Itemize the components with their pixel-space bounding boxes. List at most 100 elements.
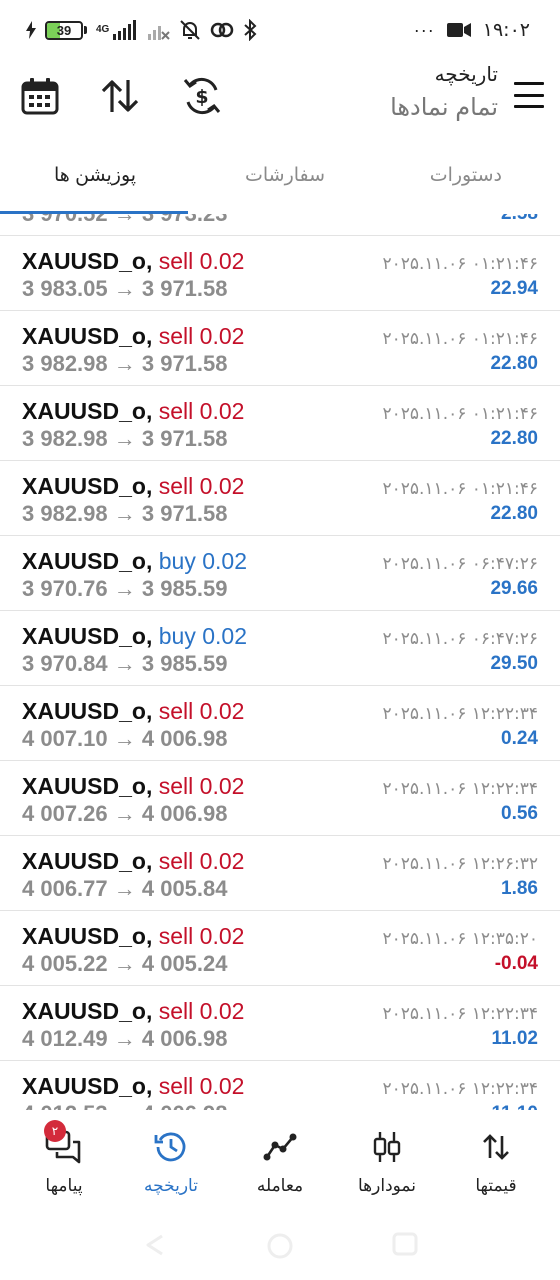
table-row[interactable]: XAUUSD_o, sell 0.024 012.53 → 4 006.98 ۲۰… (0, 1061, 560, 1110)
profit-value: 22.80 (490, 428, 538, 449)
link-icon (210, 18, 234, 42)
trade-date: ۲۰۲۵.۱۱.۰۶ ۰۱:۲۱:۴۶ (382, 404, 539, 424)
trade-date: ۲۰۲۵.۱۱.۰۶ ۰۱:۲۱:۴۶ (382, 254, 539, 274)
nav-history[interactable]: تاریخچه (121, 1124, 221, 1196)
nav-trade[interactable]: معامله (230, 1124, 330, 1196)
history-list[interactable]: 3 970.52 → 3 973.23 2.58 XAUUSD_o, sell … (0, 214, 560, 1110)
symbol-label: XAUUSD_o, sell 0.02 (22, 473, 244, 500)
symbol-name: XAUUSD_o, (22, 473, 153, 499)
system-nav (0, 1210, 560, 1280)
nav-messages[interactable]: ۲ پیامها (14, 1120, 114, 1196)
trade-date: ۲۰۲۵.۱۱.۰۶ ۱۲:۲۲:۳۴ (382, 704, 539, 724)
symbol-name: XAUUSD_o, (22, 698, 153, 724)
table-row[interactable]: XAUUSD_o, sell 0.02 3 982.98 → 3 971.58 ۲۰… (0, 461, 560, 536)
trade-date: ۲۰۲۵.۱۱.۰۶ ۱۲:۳۵:۲۰ (382, 929, 539, 949)
price-range: 4 012.49 → 4 006.98 (22, 1026, 228, 1051)
price-range: 4 005.22 → 4 005.24 (22, 951, 228, 976)
price-range: 3 970.76 → 3 985.59 (22, 576, 228, 601)
table-row[interactable]: XAUUSD_o, sell 0.02 3 982.98 → 3 971.58 ۲۰… (0, 386, 560, 461)
trade-side: buy 0.02 (158, 623, 247, 649)
nav-charts[interactable]: نمودارها (337, 1124, 437, 1196)
symbol-filter[interactable]: تمام نمادها (390, 90, 498, 126)
trade-side: sell 0.02 (158, 323, 245, 349)
chat-icon: ۲ (14, 1120, 114, 1170)
back-icon[interactable] (142, 1232, 166, 1263)
symbol-name: XAUUSD_o, (22, 998, 153, 1024)
battery-icon: 39 (45, 20, 87, 40)
menu-icon[interactable] (514, 82, 544, 108)
trade-side: sell 0.02 (158, 398, 245, 424)
tab-orders[interactable]: سفارشات (245, 164, 325, 187)
currency-refresh-icon[interactable]: $ (182, 76, 222, 116)
clock: ۱۹:۰۲ (482, 19, 530, 41)
symbol-name: XAUUSD_o, (22, 848, 153, 874)
battery-percent: 39 (56, 22, 72, 38)
profit-value: 0.24 (501, 728, 538, 749)
tab-deals[interactable]: دستورات (430, 164, 502, 187)
more-indicator: ··· (413, 19, 435, 40)
bottom-nav: قیمتها نمودارها معامله تاریخچه ۲ پیامها (0, 1110, 560, 1210)
profit-value: 2.58 (501, 214, 538, 225)
nav-quotes[interactable]: قیمتها (446, 1124, 546, 1196)
home-icon[interactable] (266, 1232, 294, 1265)
price-range: 3 982.98 → 3 971.58 (22, 426, 228, 451)
status-bar: 39 4G ··· ۱۹:۰۲ (0, 0, 560, 62)
tab-positions[interactable]: پوزیشن ها (54, 164, 136, 187)
table-row[interactable]: XAUUSD_o, sell 0.02 3 983.05 → 3 971.58 ۲۰… (0, 236, 560, 311)
symbol-name: XAUUSD_o, (22, 773, 153, 799)
trade-date: ۲۰۲۵.۱۱.۰۶ ۱۲:۲۲:۳۴ (382, 1004, 539, 1024)
symbol-name: XAUUSD_o, (22, 923, 153, 949)
symbol-label: XAUUSD_o, sell 0.02 (22, 698, 244, 725)
symbol-label: XAUUSD_o, sell 0.02 (22, 998, 244, 1025)
symbol-name: XAUUSD_o, (22, 248, 153, 274)
price-range: 4 012.53 → 4 006.98 (22, 1101, 228, 1110)
profit-value: 29.66 (490, 578, 538, 599)
price-range: 3 970.84 → 3 985.59 (22, 651, 228, 676)
price-range: 4 007.10 → 4 006.98 (22, 726, 228, 751)
symbol-label: XAUUSD_o, sell 0.02 (22, 848, 244, 875)
wifi-off-icon (148, 18, 171, 42)
unread-badge: ۲ (44, 1120, 66, 1142)
trade-side: sell 0.02 (158, 998, 245, 1024)
price-range: 3 983.05 → 3 971.58 (22, 276, 228, 301)
profit-value: 22.80 (490, 353, 538, 374)
table-row[interactable]: XAUUSD_o, sell 0.02 4 006.77 → 4 005.84 ۲۰… (0, 836, 560, 911)
table-row[interactable]: XAUUSD_o, sell 0.02 4 007.10 → 4 006.98 ۲۰… (0, 686, 560, 761)
profit-value: -0.04 (494, 953, 538, 974)
price-range: 3 982.98 → 3 971.58 (22, 501, 228, 526)
profit-value: 22.94 (490, 278, 538, 299)
trade-side: sell 0.02 (158, 848, 245, 874)
sort-icon[interactable] (100, 76, 140, 116)
table-row[interactable]: XAUUSD_o, sell 0.02 4 012.49 → 4 006.98 ۲۰… (0, 986, 560, 1061)
price-range: 3 970.52 → 3 973.23 (22, 214, 228, 227)
candlestick-icon (337, 1124, 437, 1170)
svg-text:$: $ (195, 86, 208, 108)
trade-side: sell 0.02 (158, 473, 245, 499)
table-row[interactable]: 3 970.52 → 3 973.23 2.58 (0, 214, 560, 236)
table-row[interactable]: XAUUSD_o, buy 0.02 3 970.84 → 3 985.59 ۲۰۲… (0, 611, 560, 686)
symbol-label: XAUUSD_o, sell 0.02 (22, 323, 244, 350)
trade-date: ۲۰۲۵.۱۱.۰۶ ۰۶:۴۷:۲۶ (382, 629, 539, 649)
calendar-icon[interactable] (20, 76, 60, 116)
recents-icon[interactable] (392, 1232, 418, 1261)
price-range: 4 007.26 → 4 006.98 (22, 801, 228, 826)
signal-icon: 4G (96, 18, 139, 42)
symbol-name: XAUUSD_o, (22, 1073, 153, 1099)
nav-label: نمودارها (358, 1176, 416, 1195)
table-row[interactable]: XAUUSD_o, buy 0.02 3 970.76 → 3 985.59 ۲۰۲… (0, 536, 560, 611)
profit-value: 11.10 (492, 1103, 539, 1110)
trade-side: sell 0.02 (158, 773, 245, 799)
profit-value: 11.02 (491, 1028, 539, 1049)
symbol-label: XAUUSD_o, sell 0.02 (22, 1073, 244, 1100)
trade-date: ۲۰۲۵.۱۱.۰۶ ۱۲:۲۲:۳۴ (382, 1079, 539, 1099)
symbol-name: XAUUSD_o, (22, 398, 153, 424)
nav-label: معامله (256, 1176, 304, 1195)
video-camera-icon (446, 18, 471, 42)
table-row[interactable]: XAUUSD_o, sell 0.02 4 007.26 → 4 006.98 ۲۰… (0, 761, 560, 836)
symbol-label: XAUUSD_o, sell 0.02 (22, 248, 244, 275)
trade-side: sell 0.02 (158, 923, 245, 949)
nav-label: تاریخچه (144, 1176, 198, 1195)
table-row[interactable]: XAUUSD_o, sell 0.02 3 982.98 → 3 971.58 ۲۰… (0, 311, 560, 386)
table-row[interactable]: XAUUSD_o, sell 0.02 4 005.22 → 4 005.24 ۲۰… (0, 911, 560, 986)
trade-side: sell 0.02 (158, 698, 245, 724)
